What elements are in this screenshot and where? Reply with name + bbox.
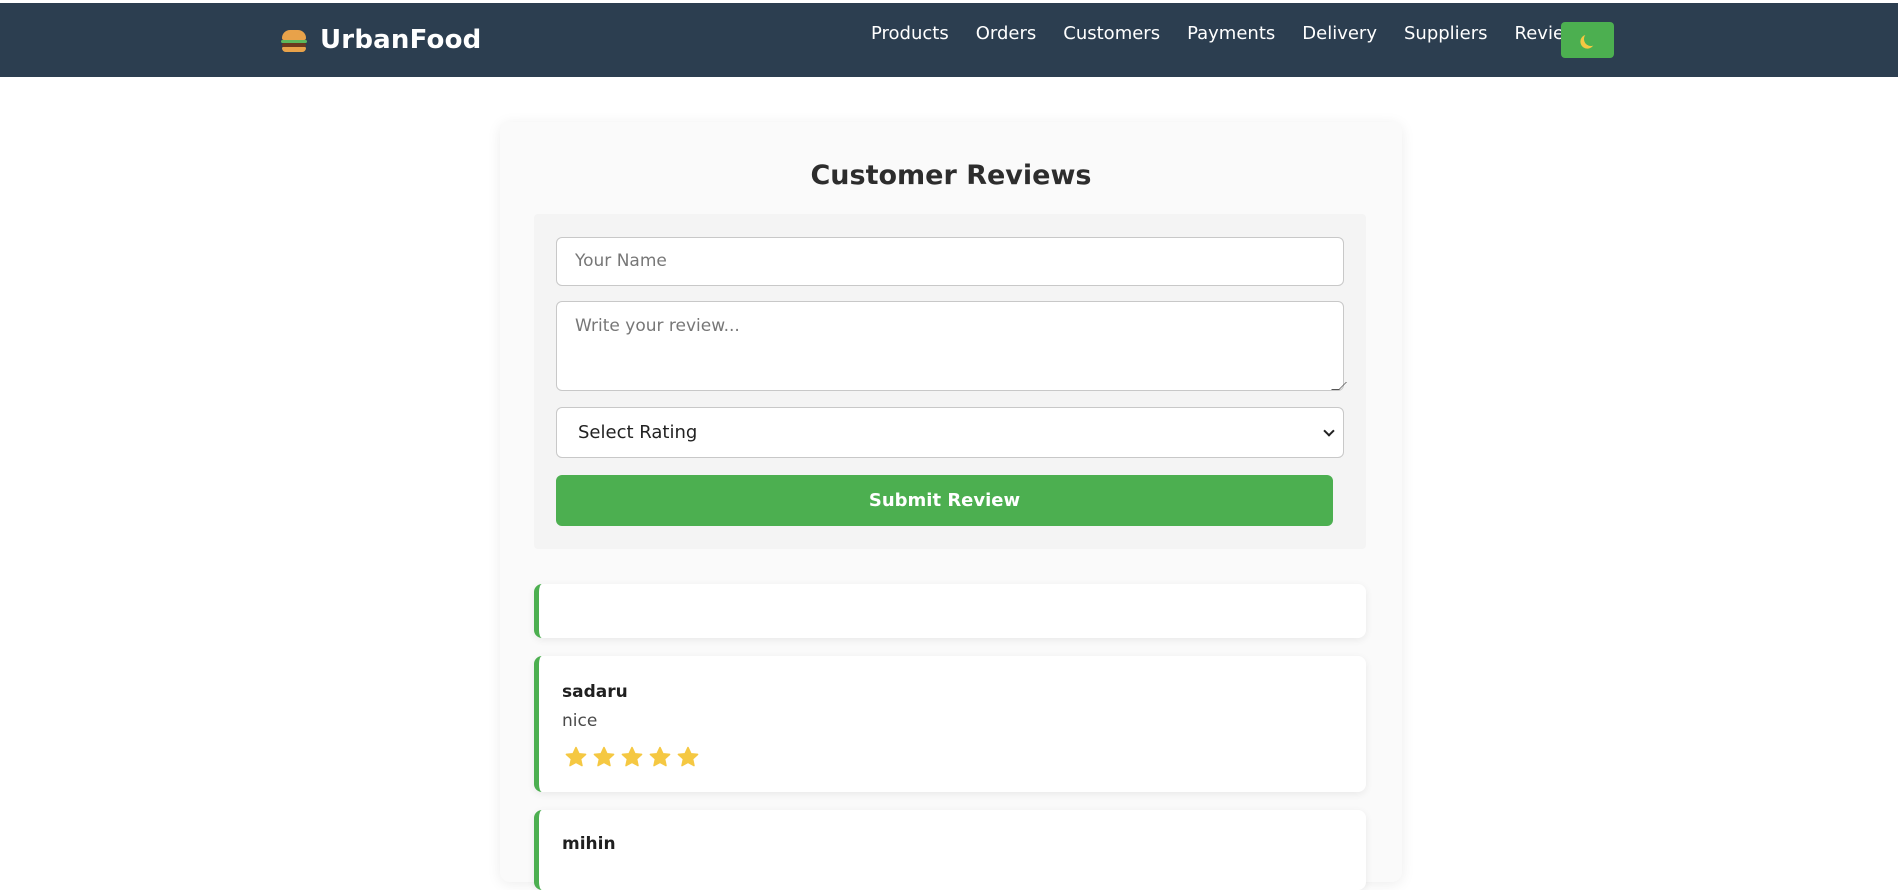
rating-select-value: Select Rating	[578, 422, 698, 443]
theme-toggle-button[interactable]	[1561, 22, 1614, 58]
submit-review-button[interactable]: Submit Review	[556, 475, 1333, 526]
name-input[interactable]: Your Name	[556, 237, 1344, 286]
nav-link-payments[interactable]: Payments	[1187, 23, 1275, 44]
star-icon	[621, 746, 643, 767]
star-icon	[649, 746, 671, 767]
star-rating	[564, 745, 704, 769]
page-title: Customer Reviews	[810, 160, 1092, 191]
nav-link-suppliers[interactable]: Suppliers	[1404, 23, 1488, 44]
review-card: sadaru nice	[534, 656, 1366, 792]
star-icon	[677, 746, 699, 767]
burger-icon	[281, 27, 307, 53]
nav-link-delivery[interactable]: Delivery	[1302, 23, 1377, 44]
nav-link-orders[interactable]: Orders	[976, 23, 1037, 44]
navbar: UrbanFood Products Orders Customers Paym…	[0, 3, 1898, 77]
chevron-down-icon	[1323, 425, 1335, 437]
nav-links: Products Orders Customers Payments Deliv…	[871, 23, 1615, 44]
moon-icon	[1582, 31, 1598, 47]
brand[interactable]: UrbanFood	[281, 25, 481, 55]
nav-link-products[interactable]: Products	[871, 23, 949, 44]
review-form: Your Name Write your review... Select Ra…	[534, 214, 1366, 549]
reviewer-name: sadaru	[562, 682, 628, 702]
brand-name: UrbanFood	[320, 25, 482, 55]
review-comment: nice	[562, 711, 598, 731]
review-textarea[interactable]: Write your review...	[556, 301, 1344, 391]
reviews-card: Customer Reviews Your Name Write your re…	[500, 122, 1402, 890]
review-card: mihin	[534, 810, 1366, 890]
review-card	[534, 584, 1366, 638]
reviewer-name: mihin	[562, 834, 616, 854]
star-icon	[593, 746, 615, 767]
star-icon	[565, 746, 587, 767]
nav-link-customers[interactable]: Customers	[1063, 23, 1160, 44]
rating-select[interactable]: Select Rating	[556, 407, 1344, 458]
